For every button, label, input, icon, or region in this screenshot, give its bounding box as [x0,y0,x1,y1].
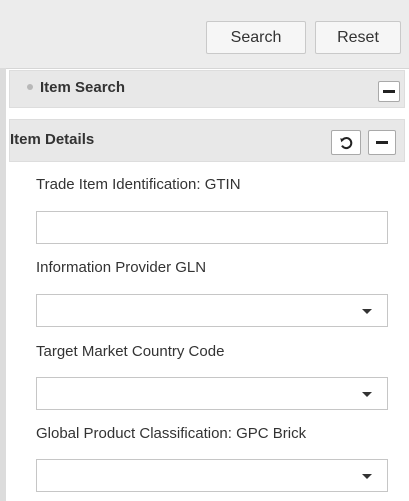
minus-icon [376,141,388,144]
chevron-down-icon [362,474,372,479]
chevron-down-icon [362,309,372,314]
minus-icon [383,90,395,93]
toolbar: Search Reset [0,0,409,69]
collapse-item-search-button[interactable] [378,81,400,102]
reset-details-button[interactable] [331,130,361,155]
bullet-icon [27,84,33,90]
provider-gln-select[interactable] [36,294,388,327]
reset-button[interactable]: Reset [315,21,401,54]
item-details-title: Item Details [10,131,95,148]
item-search-title: Item Search [40,79,126,96]
provider-gln-label: Information Provider GLN [36,259,207,276]
gpc-brick-label: Global Product Classification: GPC Brick [36,425,307,442]
collapse-item-details-button[interactable] [368,130,396,155]
refresh-icon [340,136,353,149]
country-code-select[interactable] [36,377,388,410]
chevron-down-icon [362,392,372,397]
gpc-brick-select[interactable] [36,459,388,492]
country-code-label: Target Market Country Code [36,343,225,360]
gtin-label: Trade Item Identification: GTIN [36,176,241,193]
gtin-input[interactable] [36,211,388,244]
item-search-panel-header[interactable]: Item Search [9,70,405,108]
search-button[interactable]: Search [206,21,306,54]
item-details-panel-header[interactable]: Item Details [9,119,405,162]
panel-rail [0,68,6,501]
